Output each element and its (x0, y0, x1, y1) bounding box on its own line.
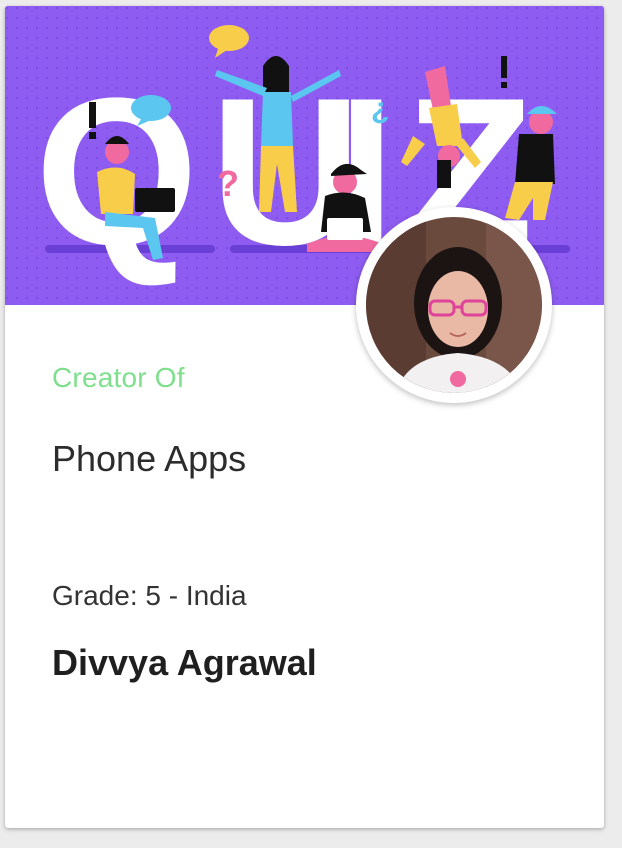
profile-avatar[interactable] (356, 207, 552, 403)
creator-card[interactable]: Q U I Z ? ¿ (5, 6, 604, 828)
profile-photo-icon (366, 217, 542, 393)
creator-topic: Phone Apps (52, 438, 247, 479)
role-label: Creator Of (52, 362, 185, 393)
svg-text:?: ? (217, 163, 239, 204)
svg-text:¿: ¿ (371, 92, 389, 125)
creator-name: Divvya Agrawal (52, 642, 317, 683)
grade-country: Grade: 5 - India (52, 580, 247, 611)
